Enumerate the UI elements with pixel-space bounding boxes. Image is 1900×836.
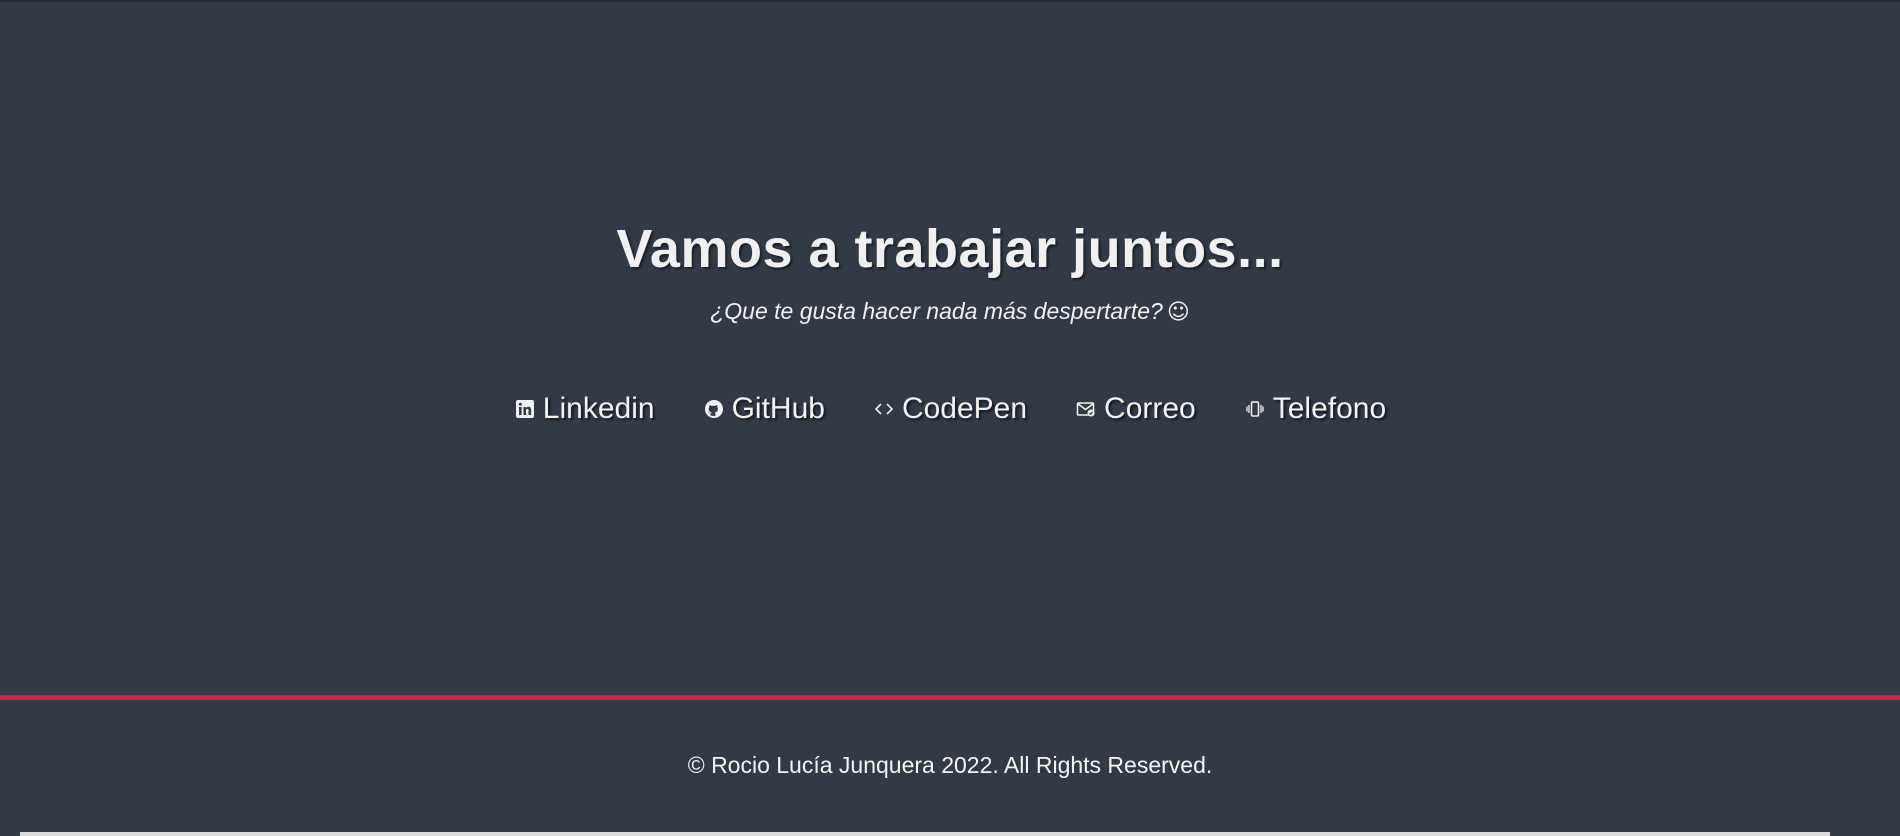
code-icon [873,398,895,420]
github-label: GitHub [731,392,825,425]
codepen-label: CodePen [901,392,1028,425]
mail-label: Correo [1104,392,1196,425]
phone-vibrate-icon [1244,398,1266,420]
mail-icon [1075,398,1097,420]
page-title: Vamos a trabajar juntos... [616,219,1284,279]
contact-section: Vamos a trabajar juntos... ¿Que te gusta… [0,0,1900,696]
copyright-text: © Rocio Lucía Junquera 2022. All Rights … [687,752,1213,778]
codepen-link[interactable]: CodePen [873,392,1027,426]
subtitle-text: ¿Que te gusta hacer nada más despertarte… [710,298,1163,324]
github-link[interactable]: GitHub [703,392,825,426]
linkedin-label: Linkedin [542,392,655,425]
horizontal-scrollbar[interactable] [20,832,1830,836]
phone-link[interactable]: Telefono [1244,392,1386,426]
github-icon [703,398,725,420]
smile-icon: ☺ [1166,300,1190,325]
phone-label: Telefono [1272,392,1387,425]
linkedin-link[interactable]: Linkedin [514,392,655,426]
footer-divider [0,695,1900,700]
subtitle: ¿Que te gusta hacer nada más despertarte… [0,298,1900,325]
page: Vamos a trabajar juntos... ¿Que te gusta… [0,0,1900,836]
contact-links: Linkedin GitHub CodePen Correo Telefono [0,392,1900,426]
mail-link[interactable]: Correo [1075,392,1196,426]
linkedin-icon [514,398,536,420]
